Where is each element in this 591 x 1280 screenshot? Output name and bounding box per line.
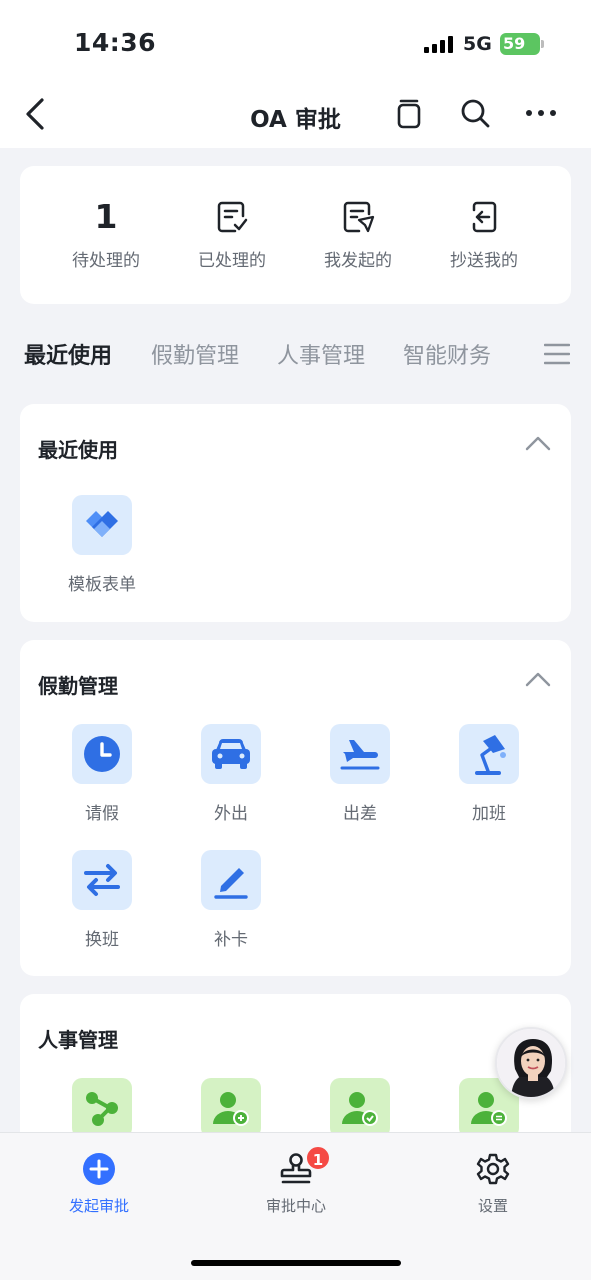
nav-bar: OA 审批 <box>0 80 591 148</box>
send-doc-icon <box>343 201 375 233</box>
handshake-icon <box>86 511 118 537</box>
signal-icon <box>424 36 454 53</box>
app-outing[interactable]: 外出 <box>181 724 281 824</box>
chevron-up-icon[interactable] <box>525 434 551 452</box>
stat-initiated[interactable]: 我发起的 <box>293 196 423 271</box>
app-hr-onboard[interactable] <box>181 1078 281 1138</box>
app-template-form[interactable]: 模板表单 <box>52 495 152 595</box>
category-tabs: 最近使用 假勤管理 人事管理 智能财务 <box>0 330 591 380</box>
user-add-icon <box>213 1092 249 1126</box>
status-time: 14:36 <box>74 28 157 57</box>
checklist-doc-icon <box>217 201 248 233</box>
tab-recent[interactable]: 最近使用 <box>24 338 112 370</box>
page-title: OA 审批 <box>250 107 341 133</box>
stat-label: 抄送我的 <box>450 251 518 271</box>
stat-label: 已处理的 <box>198 251 266 271</box>
battery-icon: 59 <box>500 33 544 55</box>
menu-icon[interactable] <box>544 342 570 366</box>
status-bar: 14:36 5G 59 <box>0 0 591 80</box>
plus-circle-icon <box>83 1153 115 1185</box>
section-title: 最近使用 <box>38 438 118 462</box>
app-label: 补卡 <box>214 930 248 950</box>
section-title: 假勤管理 <box>38 674 118 698</box>
tab-hr[interactable]: 人事管理 <box>277 338 365 370</box>
plane-icon <box>340 740 380 770</box>
notification-badge: 1 <box>305 1145 331 1171</box>
gear-icon <box>476 1153 510 1185</box>
assistant-avatar[interactable] <box>495 1027 567 1099</box>
tab-label: 设置 <box>477 1197 508 1215</box>
stat-label: 待处理的 <box>72 251 140 271</box>
app-label: 外出 <box>214 804 248 824</box>
app-label: 模板表单 <box>68 575 136 595</box>
stat-pending[interactable]: 1 待处理的 <box>41 196 171 271</box>
battery-level: 59 <box>503 34 526 53</box>
app-leave[interactable]: 请假 <box>52 724 152 824</box>
attendance-section: 假勤管理 请假 外出 出差 加班 换班 补卡 <box>20 640 571 976</box>
clock-icon <box>84 736 120 772</box>
app-hr-org[interactable] <box>52 1078 152 1138</box>
app-hr-regular[interactable] <box>310 1078 410 1138</box>
chevron-up-icon[interactable] <box>525 670 551 688</box>
share-nodes-icon <box>86 1092 118 1126</box>
app-label: 加班 <box>472 804 506 824</box>
approval-stats-card: 1 待处理的 已处理的 我发起的 抄送我的 <box>20 166 571 304</box>
more-icon[interactable] <box>523 95 559 131</box>
app-label: 请假 <box>85 804 119 824</box>
user-check-icon <box>342 1092 378 1126</box>
tab-label: 发起审批 <box>68 1197 129 1215</box>
app-shift-swap[interactable]: 换班 <box>52 850 152 950</box>
tab-settings[interactable]: 设置 <box>433 1151 553 1216</box>
tab-attendance[interactable]: 假勤管理 <box>151 338 239 370</box>
copy-stack-icon[interactable] <box>391 95 427 131</box>
desk-lamp-icon <box>475 735 506 775</box>
tab-approval-center[interactable]: 1 审批中心 <box>236 1145 356 1216</box>
stat-processed[interactable]: 已处理的 <box>167 196 297 271</box>
app-label: 换班 <box>85 930 119 950</box>
recent-section: 最近使用 模板表单 <box>20 404 571 622</box>
pen-icon <box>214 868 248 899</box>
stat-cc[interactable]: 抄送我的 <box>419 196 549 271</box>
swap-icon <box>84 864 120 896</box>
tab-finance[interactable]: 智能财务 <box>403 338 491 370</box>
app-clock-fix[interactable]: 补卡 <box>181 850 281 950</box>
user-transfer-icon <box>471 1092 507 1126</box>
app-label: 出差 <box>343 804 377 824</box>
tab-initiate-approval[interactable]: 发起审批 <box>39 1151 159 1216</box>
app-overtime[interactable]: 加班 <box>439 724 539 824</box>
cc-inbox-icon <box>472 201 497 233</box>
search-icon[interactable] <box>457 95 493 131</box>
pending-count: 1 <box>94 197 118 236</box>
network-type: 5G <box>463 33 492 55</box>
bottom-tab-bar: 发起审批 1 审批中心 设置 <box>0 1132 591 1280</box>
car-icon <box>212 739 250 769</box>
app-business-trip[interactable]: 出差 <box>310 724 410 824</box>
home-indicator <box>191 1260 401 1266</box>
stat-label: 我发起的 <box>324 251 392 271</box>
tab-label: 审批中心 <box>265 1197 326 1215</box>
section-title: 人事管理 <box>38 1028 118 1052</box>
